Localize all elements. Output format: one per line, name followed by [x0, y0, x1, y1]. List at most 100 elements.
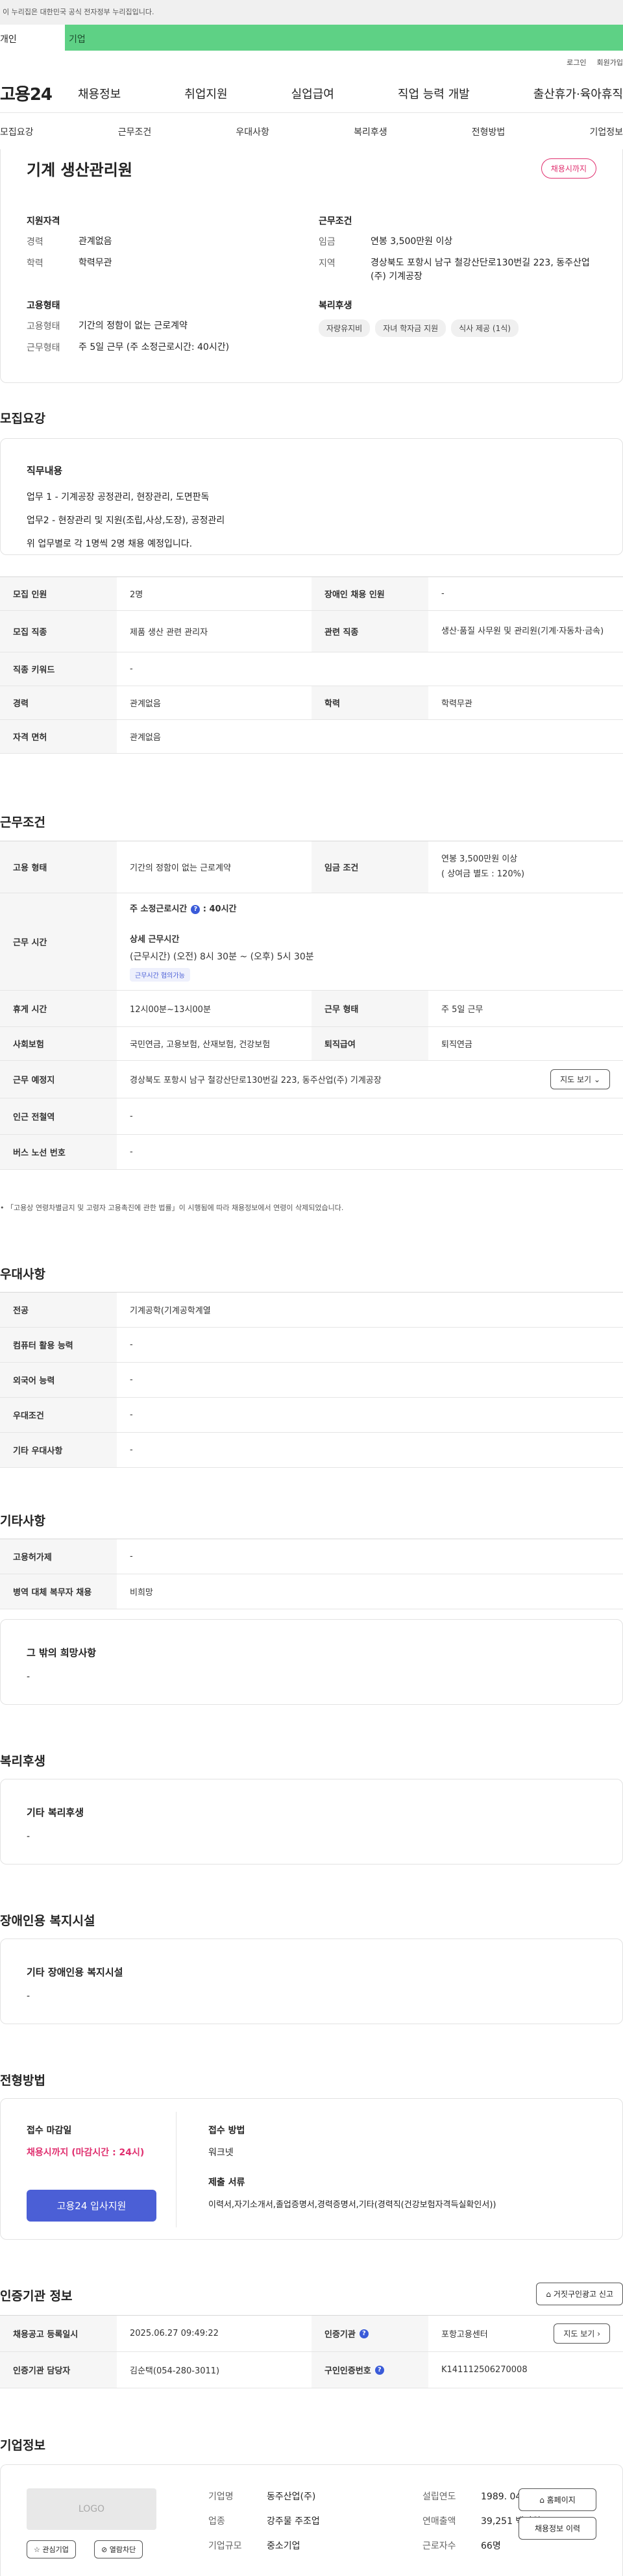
- td-license: 관계없음: [130, 733, 161, 743]
- wage-amount: 연봉 3,500만원 이상: [441, 854, 518, 865]
- deadline-badge: 채용시까지: [541, 158, 596, 179]
- th-posted: 채용공고 등록일시: [0, 2316, 117, 2351]
- gnb-item-training[interactable]: 직업 능력 개발: [398, 85, 470, 102]
- history-button[interactable]: 채용정보 이력: [519, 2517, 596, 2540]
- age-law-note-text: 「고용상 연령차별금지 및 고령자 고용촉진에 관한 법률」이 시행됨에 따라 …: [6, 1204, 344, 1212]
- table-row: 근무 예정지 경상북도 포항시 남구 철강산단로130번길 223, 동주산업(…: [0, 1061, 623, 1098]
- th-count: 모집 인원: [0, 577, 117, 610]
- welfare-chip: 식사 제공 (1식): [451, 319, 519, 337]
- emp-label: 고용형태: [27, 321, 60, 332]
- td-location: 경상북도 포항시 남구 철강산단로130번길 223, 동주산업(주) 기계공장…: [117, 1061, 623, 1098]
- welfare-section-title: 복리후생: [0, 1754, 45, 1768]
- th-military: 병역 대체 복무자 채용: [0, 1574, 117, 1609]
- map-button[interactable]: 지도 보기 ⌄: [550, 1069, 610, 1089]
- method-title: 접수 방법: [208, 2125, 245, 2136]
- block-company-label: 열람차단: [109, 2545, 136, 2554]
- etc-hope-value: -: [27, 1672, 31, 1682]
- gnb-item-leave[interactable]: 출산휴가·육아휴직: [533, 85, 623, 102]
- td-retire: 퇴직연금: [441, 1040, 472, 1050]
- info-icon[interactable]: ?: [374, 2365, 384, 2375]
- th-cert-agency: 인증기관?: [312, 2316, 428, 2351]
- tab-company[interactable]: 기업: [65, 25, 623, 51]
- tab-personal[interactable]: 개인: [0, 25, 65, 51]
- user-type-tabs: 개인 기업: [0, 25, 623, 51]
- fav-company-label: 관심기업: [42, 2545, 69, 2554]
- table-row: 모집 인원 2명 장애인 채용 인원 -: [0, 577, 623, 611]
- table-row: 우대조건 -: [0, 1398, 623, 1433]
- report-button[interactable]: ⌂ 거짓구인광고 신고: [536, 2283, 623, 2305]
- join-link[interactable]: 회원가입: [597, 57, 623, 68]
- recruit-table: 모집 인원 2명 장애인 채용 인원 - 모집 직종 제품 생산 관련 관리자 …: [0, 576, 623, 754]
- cert-map-label: 지도 보기: [563, 2329, 595, 2338]
- gnb-item-benefit[interactable]: 실업급여: [291, 85, 334, 102]
- welfare-box-title: 기타 복리후생: [27, 1807, 84, 1818]
- info-icon[interactable]: ?: [191, 904, 201, 914]
- login-link[interactable]: 로그인: [567, 57, 586, 68]
- method-value: 워크넷: [208, 2148, 234, 2158]
- house-icon: ⌂: [539, 2496, 547, 2505]
- deadline-value: 채용시까지 (마감시간 : 24시): [27, 2148, 145, 2158]
- th-manager: 인증기관 담당자: [0, 2352, 117, 2388]
- th-wage: 임금 조건: [312, 841, 428, 893]
- th-career: 경력: [0, 686, 117, 719]
- table-row: 버스 노선 번호 -: [0, 1135, 623, 1170]
- welfare-box: 기타 복리후생 -: [0, 1779, 623, 1864]
- th-pref-cond: 우대조건: [0, 1398, 117, 1432]
- disabled-box: 기타 장애인용 복지시설 -: [0, 1938, 623, 2024]
- th-cert-agency-label: 인증기관: [324, 2330, 356, 2340]
- subnav-work[interactable]: 근무조건: [118, 125, 152, 138]
- table-row: 경력 관계없음 학력 학력무관: [0, 686, 623, 720]
- welfare-summary-title: 복리후생: [319, 301, 352, 311]
- gnb-item-jobs[interactable]: 채용정보: [78, 85, 121, 102]
- etc-hope-box: 그 밖의 희망사항 -: [0, 1619, 623, 1705]
- cond-value: 경상북도 포항시 남구 철강산단로130번길 223, 동주산업(주) 기계공장: [371, 258, 590, 282]
- emp-label: 근무형태: [27, 343, 60, 353]
- table-row: 고용허가제 -: [0, 1539, 623, 1574]
- td-education: 학력무관: [441, 699, 472, 709]
- td-related-job: 생산·품질 사무원 및 관리원(기계·자동차·금속): [441, 626, 604, 636]
- apply-button[interactable]: 고용24 입사지원: [27, 2190, 156, 2222]
- company-info-grid: 기업명 동주산업(주) 설립연도 1989. 04. 04 업종 강주물 주조업 연매출액…: [208, 2484, 541, 2558]
- process-section-title: 전형방법: [0, 2074, 45, 2088]
- th-eps: 고용허가제: [0, 1539, 117, 1574]
- disabled-section-title: 장애인용 복지시설: [0, 1914, 95, 1928]
- wage-bonus: ( 상여금 별도 : 120%): [441, 869, 525, 879]
- chevron-right-icon: ›: [597, 2329, 600, 2338]
- qualification-block: 지원자격 경력 관계없음 학력 학력무관: [27, 214, 299, 270]
- fav-company-button[interactable]: ☆ 관심기업: [27, 2540, 76, 2558]
- th-emp-type: 고용 형태: [0, 841, 117, 893]
- td-pref-etc: -: [130, 1445, 133, 1455]
- subnav-welfare[interactable]: 복리후생: [354, 125, 387, 138]
- td-keyword: -: [130, 664, 133, 674]
- duty-title: 직무내용: [27, 465, 63, 477]
- table-row: 근무 시간 주 소정근로시간? : 40시간 상세 근무시간 (근무시간) (오…: [0, 893, 623, 991]
- subnav-company[interactable]: 기업정보: [589, 125, 623, 138]
- disabled-box-title: 기타 장애인용 복지시설: [27, 1966, 123, 1978]
- th-subway: 인근 전철역: [0, 1098, 117, 1134]
- emp-value: 기간의 정함이 없는 근로계약: [79, 321, 188, 331]
- qual-value: 관계없음: [79, 236, 112, 247]
- block-icon: ⊘: [101, 2545, 110, 2554]
- cert-agency-name: 포항고용센터: [441, 2330, 488, 2340]
- subnav-recruit[interactable]: 모집요강: [0, 125, 34, 138]
- company-info-label: 근로자수: [422, 2541, 456, 2551]
- duty-line: 위 업무별로 각 1명씩 2명 채용 예정입니다.: [27, 539, 193, 549]
- company-info-label: 연매출액: [422, 2516, 456, 2527]
- chevron-down-icon: ⌄: [593, 1075, 600, 1084]
- table-row: 자격 면허 관계없음: [0, 720, 623, 754]
- work-table: 고용 형태 기간의 정함이 없는 근로계약 임금 조건 연봉 3,500만원 이…: [0, 841, 623, 1170]
- company-info-row: 기업명 동주산업(주) 설립연도 1989. 04. 04: [208, 2484, 541, 2509]
- employment-title: 고용형태: [27, 301, 60, 311]
- info-icon[interactable]: ?: [359, 2329, 369, 2338]
- homepage-button[interactable]: ⌂ 홈페이지: [519, 2488, 596, 2511]
- td-manager: 김순택(054-280-3011): [130, 2366, 220, 2376]
- duty-line: 업무 1 - 기계공장 공정관리, 현장관리, 도면판독: [27, 492, 210, 502]
- site-logo[interactable]: 고용24: [0, 81, 78, 105]
- qual-label: 경력: [27, 237, 43, 247]
- subnav-pref[interactable]: 우대사항: [236, 125, 269, 138]
- cert-map-button[interactable]: 지도 보기 ›: [554, 2323, 610, 2344]
- table-row: 컴퓨터 활용 능력 -: [0, 1328, 623, 1363]
- subnav-process[interactable]: 전형방법: [472, 125, 506, 138]
- block-company-button[interactable]: ⊘ 열람차단: [94, 2540, 143, 2558]
- gnb-item-support[interactable]: 취업지원: [184, 85, 227, 102]
